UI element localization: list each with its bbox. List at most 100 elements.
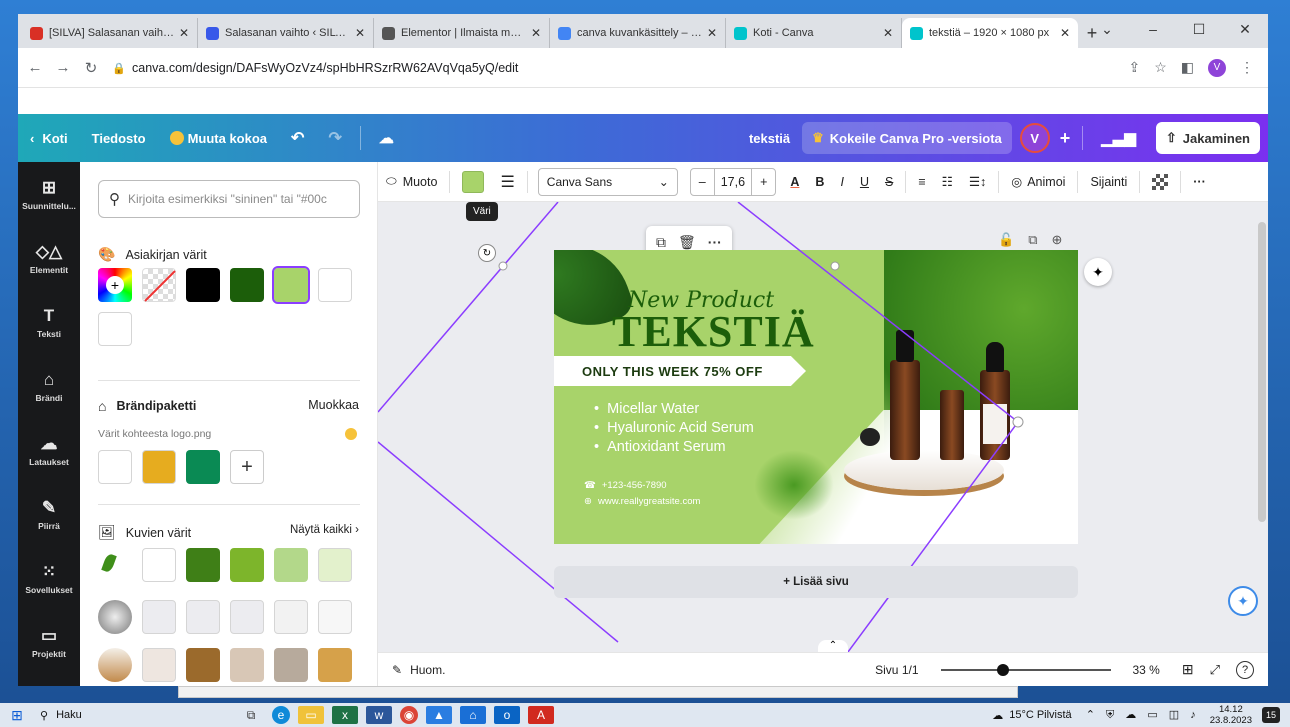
close-window-button[interactable]: ✕ <box>1222 14 1268 44</box>
rotate-icon[interactable]: ↻ <box>478 244 496 262</box>
document-color-swatch[interactable] <box>186 268 220 302</box>
image-color-swatch[interactable] <box>274 648 308 682</box>
position-button[interactable]: Sijainti <box>1082 162 1135 202</box>
copy-page-icon[interactable]: ⧉ <box>1028 232 1037 248</box>
image-color-swatch[interactable] <box>186 648 220 682</box>
image-color-swatch[interactable] <box>230 548 264 582</box>
transparency-icon[interactable] <box>1144 162 1176 202</box>
brand-color-swatch[interactable] <box>142 450 176 484</box>
add-color-button[interactable]: + <box>98 268 132 302</box>
browser-tab[interactable]: Elementor | Ilmaista mainc ✕ <box>374 18 550 48</box>
outlook-icon[interactable]: o <box>494 706 520 724</box>
image-color-swatch[interactable] <box>318 648 352 682</box>
browser-tab[interactable]: Salasanan vaihto ‹ SILVA — ✕ <box>198 18 374 48</box>
strikethrough-icon[interactable]: S <box>877 162 901 202</box>
show-all-link[interactable]: Näytä kaikki › <box>290 524 359 536</box>
browser-tab[interactable]: tekstiä – 1920 × 1080 px ✕ <box>902 18 1078 48</box>
image-color-swatch[interactable] <box>142 600 176 634</box>
forward-icon[interactable]: → <box>52 59 74 76</box>
image-color-swatch[interactable] <box>230 648 264 682</box>
align-icon[interactable]: ≡ <box>910 162 933 202</box>
leftnav-item[interactable]: ▭ Projektit <box>18 610 80 674</box>
browser-tab[interactable]: Koti - Canva ✕ <box>726 18 902 48</box>
text-color-icon[interactable]: A <box>782 162 807 202</box>
close-tab-icon[interactable]: ✕ <box>707 26 717 40</box>
resize-button[interactable]: Muuta kokoa <box>158 114 279 162</box>
color-picker-button[interactable] <box>454 162 492 202</box>
product-bullet[interactable]: • Hyaluronic Acid Serum <box>594 419 754 438</box>
grid-view-icon[interactable]: ⊞ <box>1182 661 1194 678</box>
underline-icon[interactable]: U <box>852 162 877 202</box>
leftnav-item[interactable]: ⁙ Sovellukset <box>18 546 80 610</box>
leftnav-item[interactable]: ✎ Piirrä <box>18 482 80 546</box>
color-search-input[interactable]: ⚲ Kirjoita esimerkiksi "sininen" tai "#0… <box>98 180 360 218</box>
lock-icon[interactable]: 🔓 <box>998 232 1014 248</box>
close-tab-icon[interactable]: ✕ <box>883 26 893 40</box>
image-color-swatch[interactable] <box>318 600 352 634</box>
chevron-up-icon[interactable]: ⌃ <box>818 640 848 652</box>
document-color-swatch[interactable] <box>230 268 264 302</box>
product-list[interactable]: • Micellar Water • Hyaluronic Acid Serum •… <box>594 400 754 457</box>
insights-icon[interactable]: ▁▃▆ <box>1089 114 1148 162</box>
weather-widget[interactable]: ☁ 15°C Pilvistä <box>992 709 1071 722</box>
brand-edit-link[interactable]: Muokkaa <box>308 398 359 412</box>
store-icon[interactable]: ⌂ <box>460 706 486 724</box>
reload-icon[interactable]: ↻ <box>80 59 102 77</box>
menu-kebab-icon[interactable]: ⋮ <box>1240 59 1254 76</box>
try-pro-button[interactable]: ♛ Kokeile Canva Pro -versiota <box>802 122 1012 154</box>
zoom-slider[interactable] <box>940 663 1111 676</box>
page-indicator[interactable]: Sivu 1/1 <box>875 663 918 677</box>
more-options-icon[interactable]: ··· <box>1185 162 1214 202</box>
image-color-swatch[interactable] <box>186 548 220 582</box>
magic-comment-icon[interactable]: ✦ <box>1084 258 1112 286</box>
leftnav-item[interactable]: ⌂ Brändi <box>18 354 80 418</box>
more-icon[interactable]: ··· <box>708 234 722 250</box>
sidepanel-icon[interactable]: ◧ <box>1181 59 1194 76</box>
zoom-value[interactable]: 33 % <box>1133 663 1160 677</box>
cloud-saved-icon[interactable]: ☁ <box>367 114 406 162</box>
border-style-icon[interactable]: ☰ <box>492 162 522 202</box>
redo-icon[interactable]: ↷ <box>316 114 353 162</box>
edge-icon[interactable]: e <box>272 706 290 724</box>
home-button[interactable]: ‹ Koti <box>18 114 80 162</box>
file-explorer-icon[interactable]: ▭ <box>298 706 324 724</box>
word-icon[interactable]: w <box>366 706 392 724</box>
product-bullet[interactable]: • Antioxidant Serum <box>594 438 754 457</box>
close-tab-icon[interactable]: ✕ <box>179 26 189 40</box>
leftnav-item[interactable]: ◇△ Elementit <box>18 226 80 290</box>
add-member-icon[interactable]: + <box>1054 114 1077 162</box>
back-icon[interactable]: ← <box>24 59 46 76</box>
image-thumbnail-stand[interactable] <box>98 648 132 682</box>
image-color-swatch[interactable] <box>142 648 176 682</box>
add-brand-color-button[interactable]: + <box>230 450 264 484</box>
offer-banner[interactable]: ONLY THIS WEEK 75% OFF <box>554 356 806 386</box>
share-page-icon[interactable]: ⇪ <box>1128 59 1140 76</box>
delete-icon[interactable]: 🗑 <box>678 234 696 251</box>
font-family-select[interactable]: Canva Sans ⌄ <box>537 167 678 196</box>
spacing-icon[interactable]: ☰↕ <box>961 162 994 202</box>
notes-button[interactable]: ✎ Huom. <box>378 663 445 677</box>
image-color-swatch[interactable] <box>318 548 352 582</box>
maximize-button[interactable]: ☐ <box>1176 14 1222 44</box>
shape-button[interactable]: ⬭ Muoto <box>378 162 445 202</box>
close-tab-icon[interactable]: ✕ <box>531 26 541 40</box>
product-bullet[interactable]: • Micellar Water <box>594 400 754 419</box>
increase-size-button[interactable]: + <box>752 175 775 189</box>
close-tab-icon[interactable]: ✕ <box>355 26 365 40</box>
decrease-size-button[interactable]: – <box>691 175 714 189</box>
taskbar-search[interactable]: ⚲ Haku <box>34 709 234 722</box>
fullscreen-icon[interactable]: ⤢ <box>1210 662 1220 678</box>
notifications-badge[interactable]: 15 <box>1262 707 1280 723</box>
add-page-button[interactable]: + Lisää sivu <box>554 566 1078 598</box>
close-tab-icon[interactable]: ✕ <box>1060 26 1070 40</box>
profile-avatar[interactable]: V <box>1208 58 1226 77</box>
add-page-icon[interactable]: ⊕ <box>1051 232 1062 248</box>
help-icon[interactable]: ? <box>1236 660 1254 679</box>
animate-button[interactable]: ◎ Animoi <box>1003 162 1073 202</box>
contact-website[interactable]: ⊕ www.reallygreatsite.com <box>584 496 700 507</box>
undo-icon[interactable]: ↶ <box>279 114 316 162</box>
document-color-swatch[interactable] <box>98 312 132 346</box>
leftnav-item[interactable]: T Teksti <box>18 290 80 354</box>
design-canvas[interactable]: ⧉ 🗑 ··· ↻ 🔓 ⧉ ⊕ ✦ New Product TEKSTIÄ ON… <box>378 202 1268 652</box>
canvas-scrollbar[interactable] <box>1258 222 1266 522</box>
